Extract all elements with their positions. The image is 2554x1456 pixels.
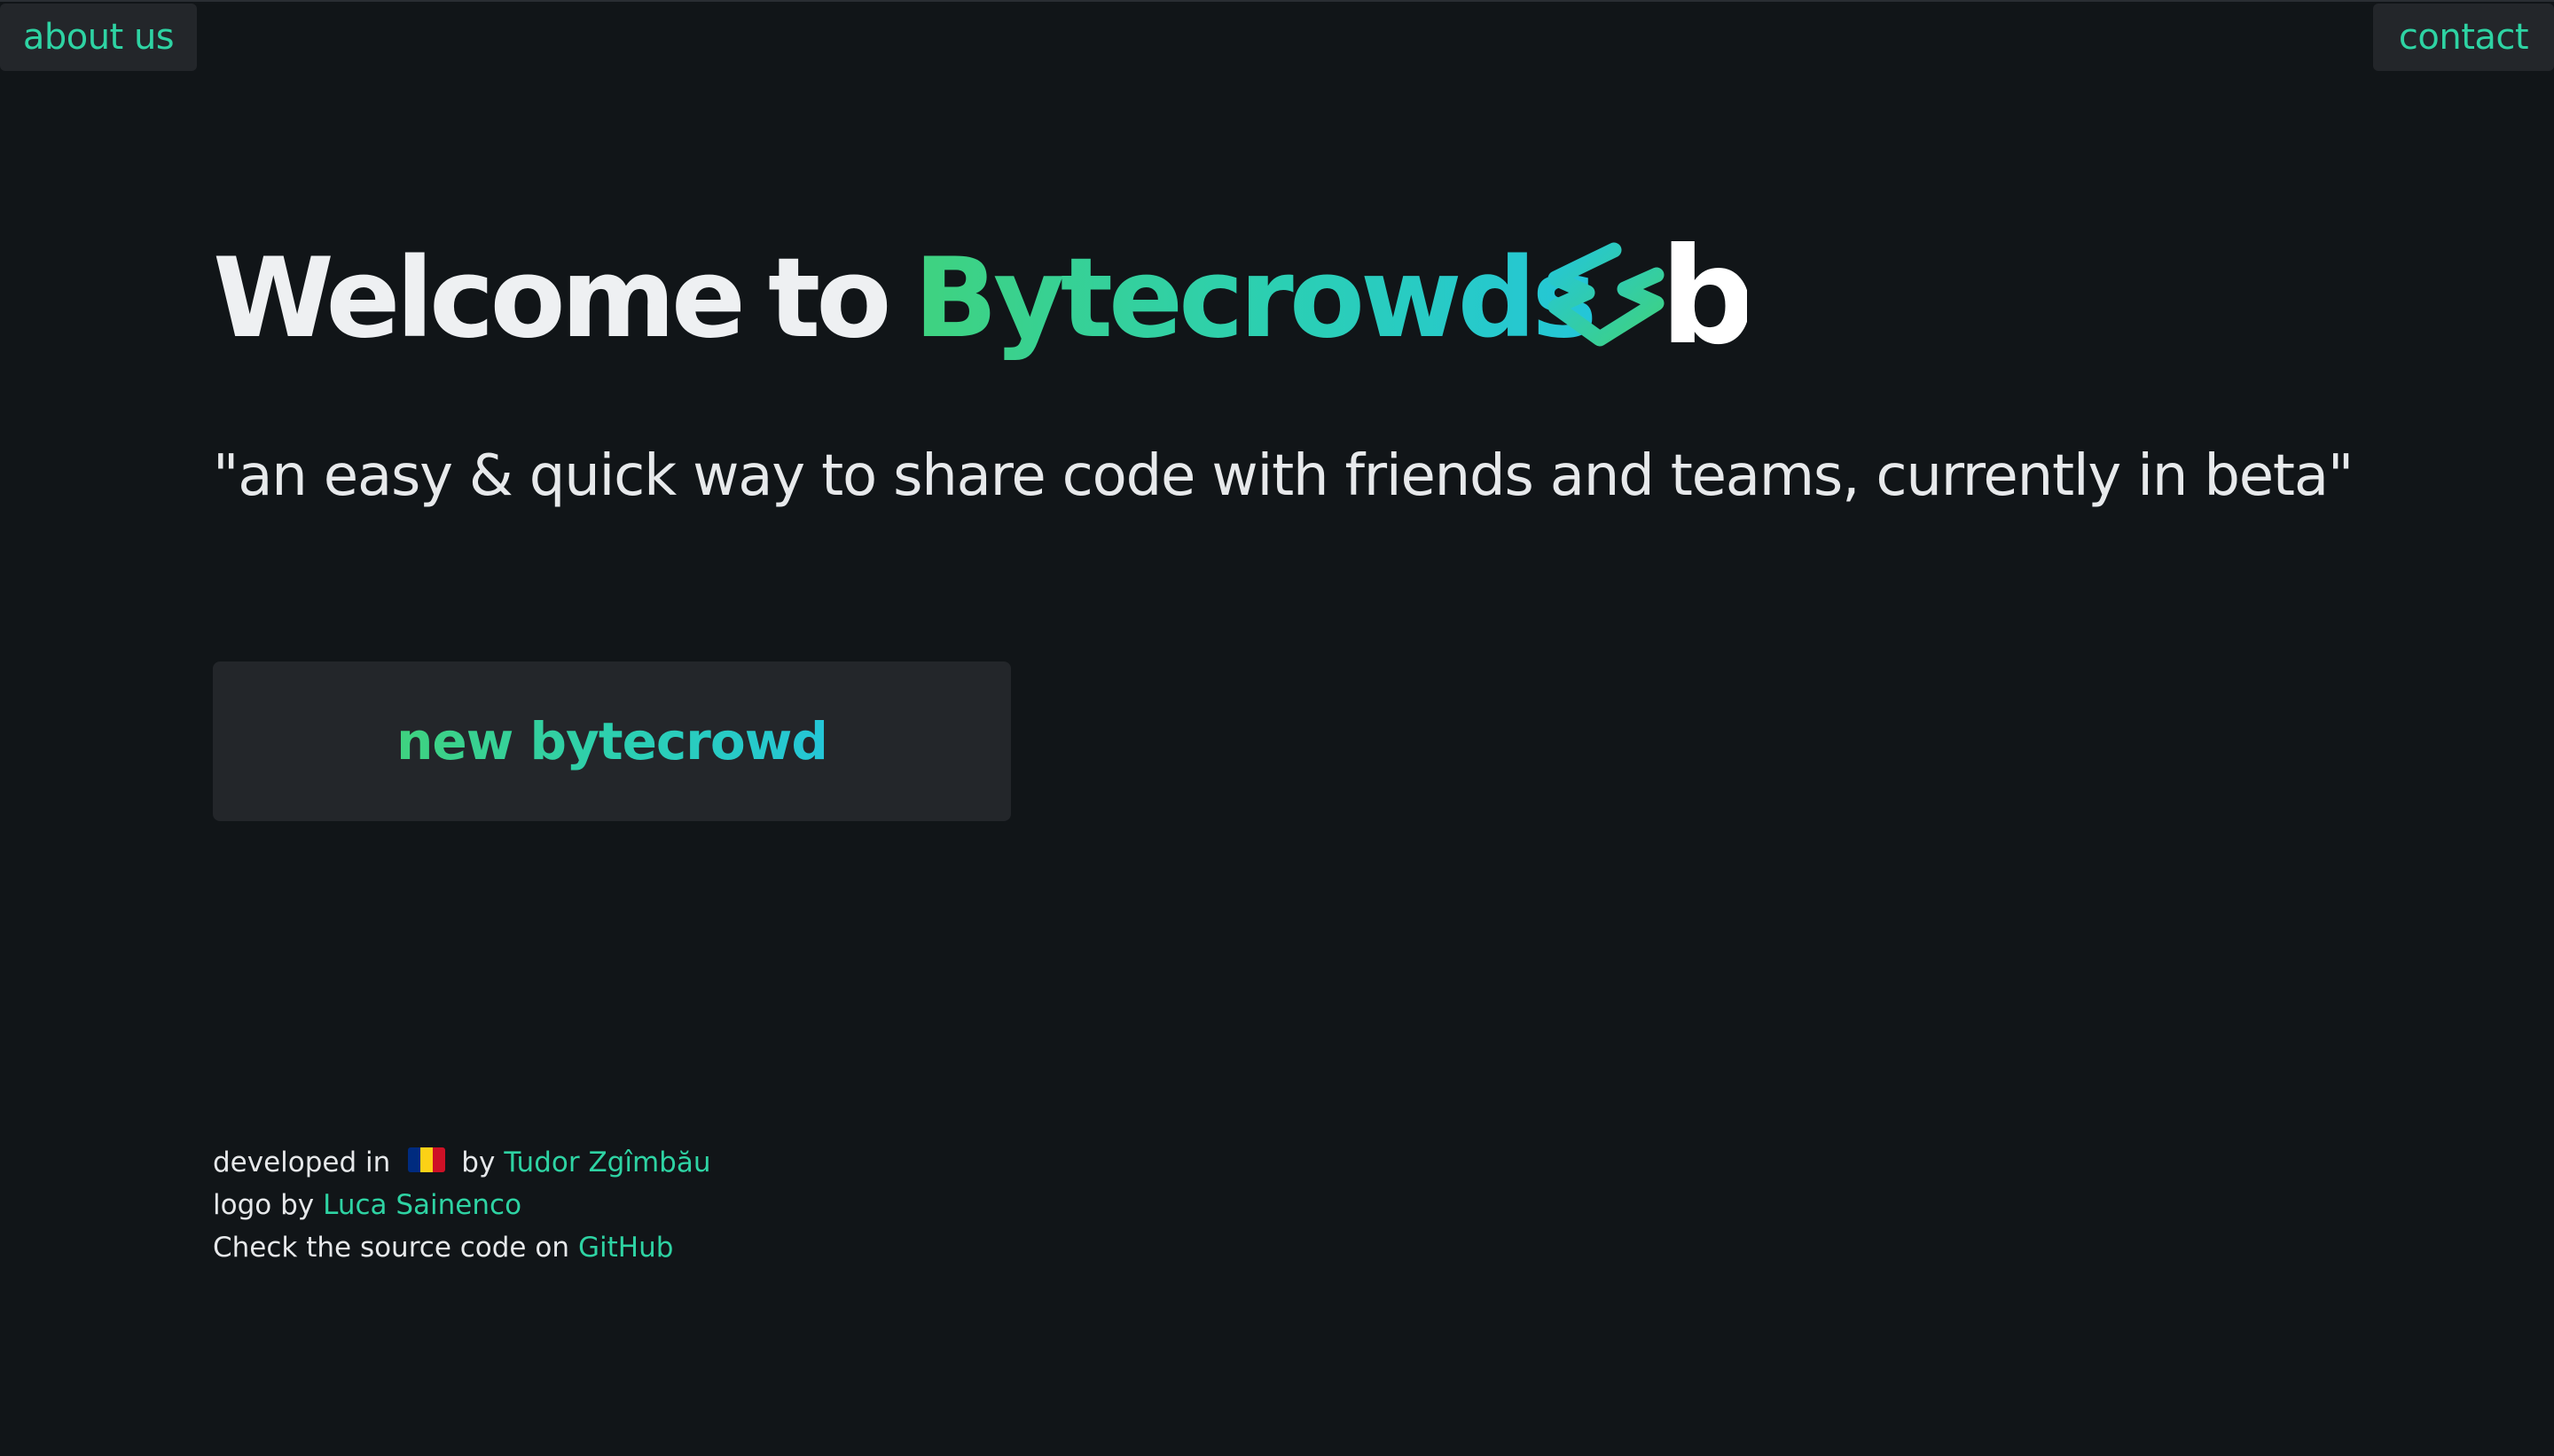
page-title: Welcome to Bytecrowds [213,232,1597,365]
footer: developed in by Tudor Zgîmbău logo by Lu… [213,1141,711,1269]
by-text: by [461,1147,496,1178]
bytecrowds-logo-icon: b [1547,238,1747,353]
developer-link[interactable]: Tudor Zgîmbău [504,1141,710,1184]
contact-label: contact [2398,17,2529,58]
title-brand-name: Bytecrowds [913,235,1597,363]
new-bytecrowd-label: new bytecrowd [396,711,828,771]
logo-author-link[interactable]: Luca Sainenco [323,1184,521,1226]
footer-logo-line: logo by Luca Sainenco [213,1184,711,1226]
new-bytecrowd-button[interactable]: new bytecrowd [213,661,1011,821]
top-border [0,0,2554,2]
about-us-label: about us [22,17,175,58]
footer-source-line: Check the source code on GitHub [213,1226,711,1269]
developed-in-text: developed in [213,1147,391,1178]
footer-developer-line: developed in by Tudor Zgîmbău [213,1141,711,1184]
logo-by-text: logo by [213,1189,315,1221]
logo-chevron-shape [1547,242,1665,347]
title-word-welcome: Welcome [213,235,746,363]
github-link[interactable]: GitHub [578,1226,673,1269]
about-us-button[interactable]: about us [0,4,197,71]
romania-flag-icon [408,1147,446,1172]
source-code-text: Check the source code on [213,1232,569,1264]
title-word-to: to [767,235,891,363]
contact-button[interactable]: contact [2373,4,2554,71]
logo-letter: b [1660,238,1747,353]
tagline: "an easy & quick way to share code with … [213,443,2354,509]
